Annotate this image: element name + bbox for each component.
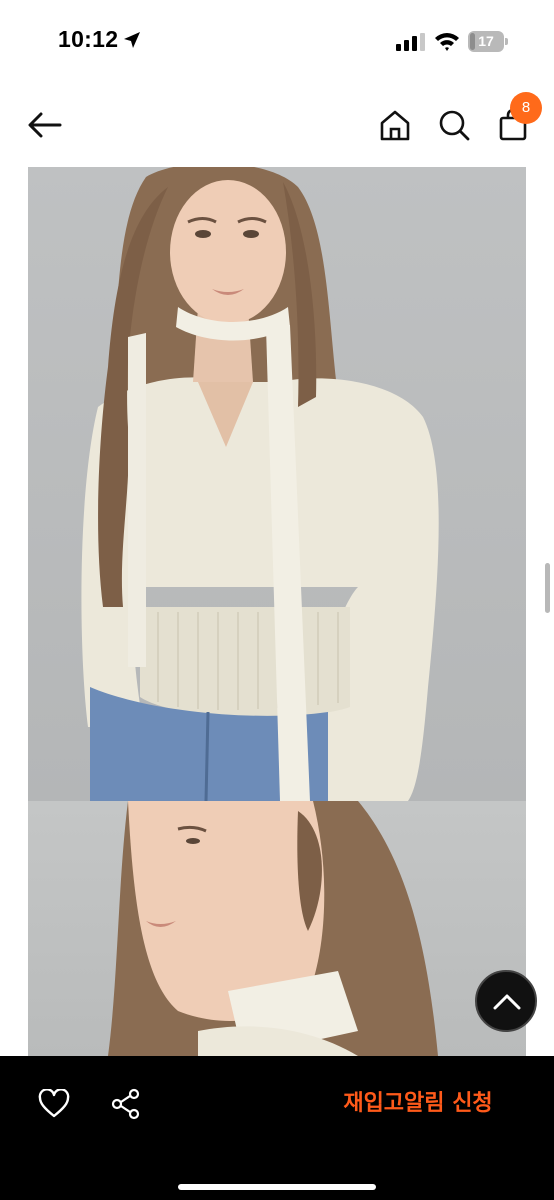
home-indicator xyxy=(178,1184,376,1190)
top-nav-bar xyxy=(0,90,554,162)
wifi-icon xyxy=(435,33,459,51)
battery-percent: 17 xyxy=(478,33,494,49)
chevron-up-icon xyxy=(493,994,521,1010)
heart-icon[interactable] xyxy=(38,1089,70,1119)
back-arrow-icon[interactable] xyxy=(26,108,64,142)
location-arrow-icon xyxy=(124,32,140,48)
product-image-gallery xyxy=(28,167,526,1056)
cellular-signal-icon xyxy=(396,33,425,51)
share-icon[interactable] xyxy=(110,1088,142,1120)
bottom-action-bar: 재입고알림 신청 xyxy=(0,1056,554,1200)
search-icon[interactable] xyxy=(437,108,471,142)
home-icon[interactable] xyxy=(378,108,412,142)
product-photo-1 xyxy=(28,167,526,801)
status-time: 10:12 xyxy=(58,26,119,52)
battery-icon: 17 xyxy=(468,31,508,52)
scroll-to-top-button[interactable] xyxy=(475,970,537,1032)
cart-count-badge: 8 xyxy=(510,92,542,124)
product-photo-2 xyxy=(28,801,526,1056)
restock-notification-button[interactable]: 재입고알림 신청 xyxy=(326,1086,510,1122)
page-scrollbar[interactable] xyxy=(545,563,550,613)
status-bar: 10:12 17 xyxy=(0,0,554,80)
